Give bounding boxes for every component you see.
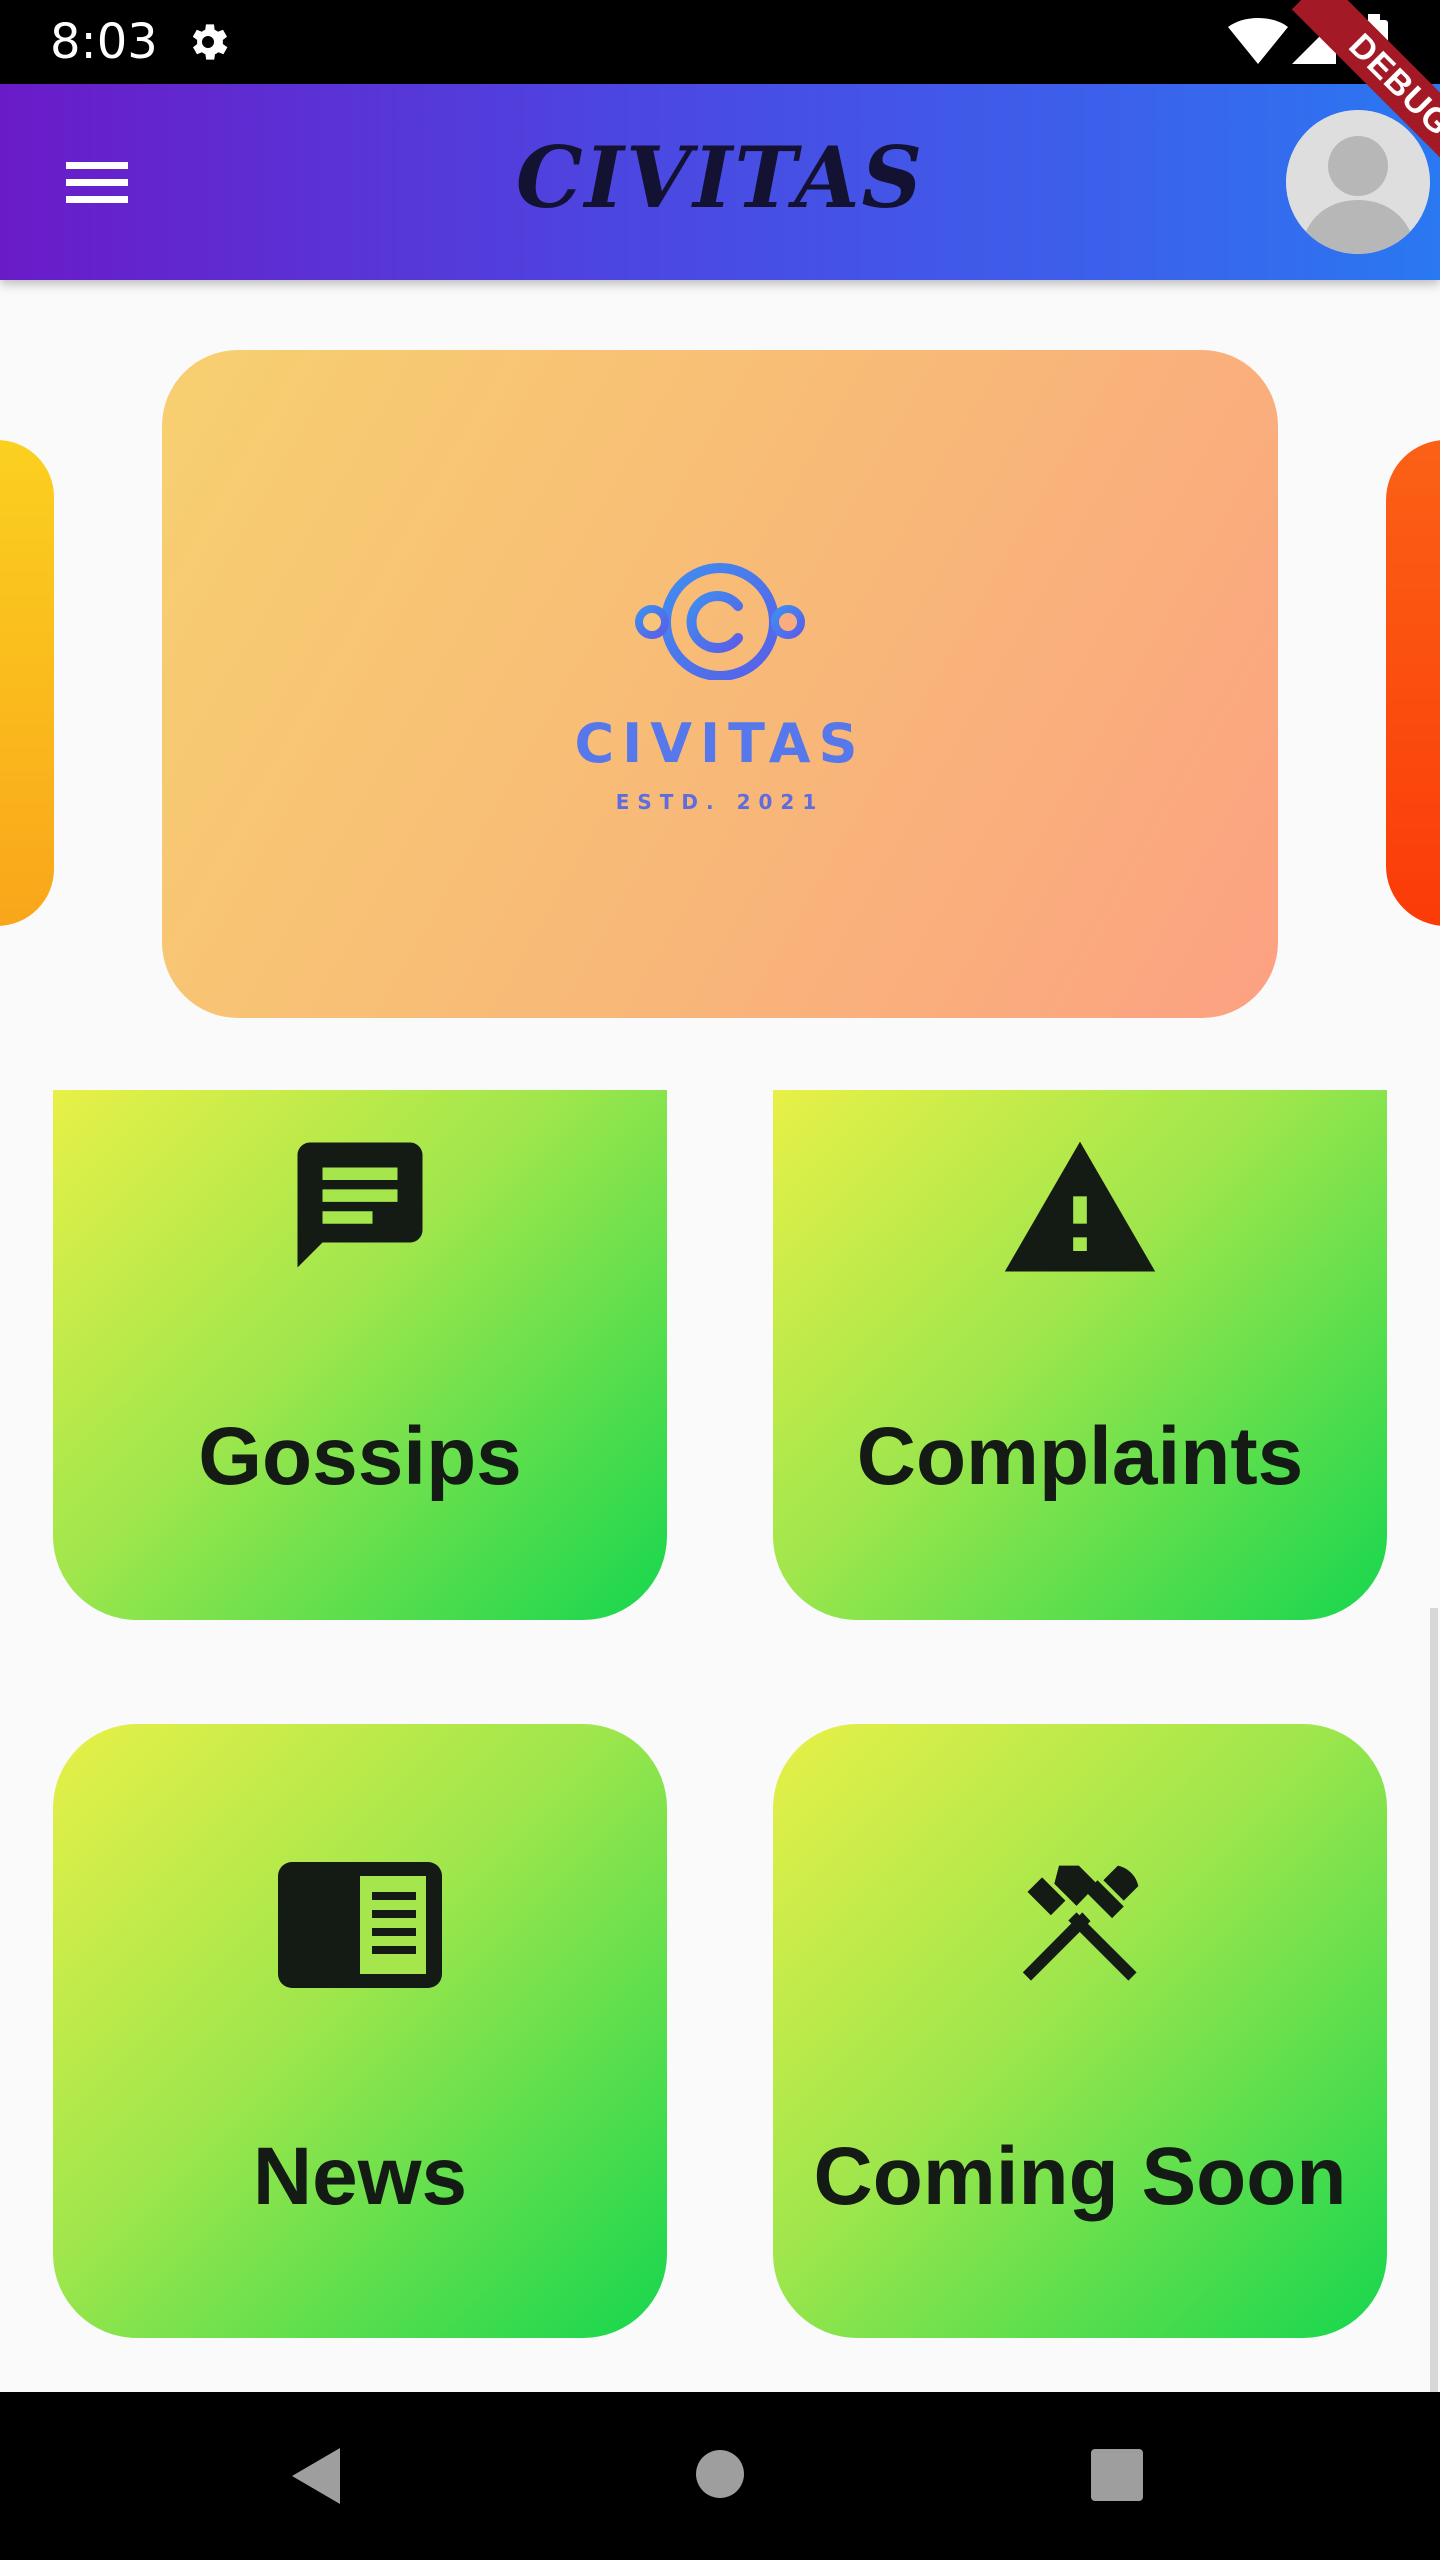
system-nav-bar (0, 2392, 1440, 2560)
status-time: 8:03 (50, 14, 158, 70)
debug-label: DEBUG (1291, 0, 1440, 194)
carousel-card-logo[interactable]: CIVITAS ESTD. 2021 (162, 350, 1278, 1018)
carousel-card-previous[interactable] (0, 440, 54, 926)
tile-label-gossips: Gossips (198, 1411, 522, 1502)
app-bar: CIVITAS (0, 84, 1440, 280)
tile-label-news: News (252, 2131, 468, 2222)
gear-icon (192, 24, 228, 60)
civitas-logo-icon (635, 563, 805, 680)
chat-message-icon (297, 1142, 423, 1268)
recents-icon[interactable] (1090, 2448, 1144, 2502)
home-icon[interactable] (694, 2448, 746, 2500)
newspaper-icon (278, 1862, 442, 1988)
status-bar: 8:03 (0, 0, 1440, 84)
carousel-card-next[interactable] (1386, 440, 1440, 926)
tile-label-complaints: Complaints (856, 1411, 1304, 1502)
tile-complaints[interactable]: Complaints (773, 1090, 1387, 1620)
tile-label-coming-soon: Coming Soon (813, 2131, 1347, 2222)
logo-established: ESTD. 2021 (615, 790, 825, 814)
warning-icon (1004, 1141, 1156, 1272)
app-title: CIVITAS (515, 128, 925, 227)
tools-icon (1022, 1865, 1139, 1981)
tile-news[interactable]: News (53, 1724, 667, 2338)
tile-coming-soon[interactable]: Coming Soon (773, 1724, 1387, 2338)
debug-banner: DEBUG (1240, 0, 1440, 200)
logo-wordmark: CIVITAS (574, 712, 866, 775)
back-icon[interactable] (288, 2446, 344, 2506)
scrollbar[interactable] (1430, 1608, 1438, 2392)
tile-gossips[interactable]: Gossips (53, 1090, 667, 1620)
